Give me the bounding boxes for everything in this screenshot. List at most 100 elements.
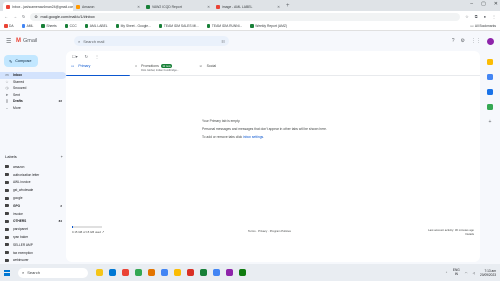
bookmark-favicon-icon bbox=[41, 24, 45, 28]
bookmark-item[interactable]: Sheets bbox=[41, 24, 57, 28]
new-tab-icon[interactable]: + bbox=[286, 2, 290, 11]
calendar-icon[interactable] bbox=[487, 59, 493, 65]
bookmark-item[interactable]: AML LABEL bbox=[84, 24, 108, 28]
tasks-icon[interactable] bbox=[487, 89, 493, 95]
volume-icon[interactable]: ◁ bbox=[473, 271, 475, 275]
taskbar-app-icon[interactable] bbox=[200, 269, 207, 276]
taskbar-app-icon[interactable] bbox=[122, 269, 129, 276]
label-tag-icon bbox=[5, 251, 9, 255]
search-bar[interactable]: ⌕ Search mail ☷ bbox=[74, 36, 229, 46]
search-input[interactable]: Search mail bbox=[83, 39, 104, 44]
taskbar-app-icon[interactable] bbox=[226, 269, 233, 276]
bookmark-label: My Sheet - Google... bbox=[120, 24, 151, 28]
more-actions-icon[interactable]: ⋮ bbox=[95, 54, 99, 59]
search-icon[interactable]: ⌕ bbox=[78, 39, 80, 44]
gmail-logo[interactable]: M Gmail bbox=[16, 38, 74, 44]
label-item[interactable]: AWL invoice bbox=[0, 179, 66, 187]
label-item[interactable]: gst_wholesale bbox=[0, 186, 66, 194]
tab-primary[interactable]: ▭ Primary bbox=[66, 61, 130, 76]
select-all-checkbox[interactable]: ☐▾ bbox=[72, 54, 78, 59]
browser-tab[interactable]: image - AML LABEL ✕ bbox=[213, 2, 283, 11]
reload-icon[interactable]: ↻ bbox=[22, 14, 25, 19]
label-item[interactable]: authorization letter bbox=[0, 171, 66, 179]
tab-promotions[interactable]: ⌂ Promotions 10 new DHL Global, Indian Food… bbox=[130, 61, 194, 75]
all-bookmarks-button[interactable]: ▭ All Bookmarks bbox=[470, 24, 496, 28]
label-tag-icon bbox=[5, 243, 9, 247]
external-link-icon[interactable]: ↗ bbox=[102, 230, 104, 234]
tab-close-icon[interactable]: ✕ bbox=[277, 5, 280, 9]
add-addon-icon[interactable]: + bbox=[489, 119, 492, 125]
bookmark-item[interactable]: My Sheet - Google... bbox=[115, 24, 151, 28]
details-link[interactable]: Details bbox=[428, 232, 474, 236]
bookmark-item[interactable]: AML bbox=[21, 24, 33, 28]
tab-close-icon[interactable]: ✕ bbox=[137, 5, 140, 9]
settings-gear-icon[interactable]: ⚙ bbox=[461, 38, 465, 44]
refresh-icon[interactable]: ↻ bbox=[85, 54, 88, 59]
bookmark-item[interactable]: CCC bbox=[64, 24, 77, 28]
add-label-icon[interactable]: + bbox=[61, 154, 63, 159]
taskbar-app-icon[interactable] bbox=[96, 269, 103, 276]
label-item[interactable]: ryan baker bbox=[0, 233, 66, 241]
label-item[interactable]: invoice bbox=[0, 210, 66, 218]
profile-icon[interactable]: ● bbox=[484, 14, 486, 19]
account-avatar[interactable] bbox=[487, 37, 494, 45]
label-item[interactable]: google bbox=[0, 194, 66, 202]
side-panel-rail: + bbox=[480, 51, 500, 262]
inbox-settings-link[interactable]: inbox settings bbox=[243, 135, 263, 139]
sidebar-item-inbox[interactable]: ▭ Inbox bbox=[0, 72, 66, 79]
tab-close-icon[interactable]: ✕ bbox=[207, 5, 210, 9]
label-item[interactable]: parcipanet bbox=[0, 225, 66, 233]
taskbar-app-icon[interactable] bbox=[161, 269, 168, 276]
main-menu-icon[interactable]: ☰ bbox=[6, 38, 16, 45]
browser-tab[interactable]: Inbox - jashcameraw4man24@gmail.com✕ bbox=[3, 2, 73, 11]
taskbar-search[interactable]: ⌕ Search bbox=[18, 267, 88, 278]
browser-tab[interactable]: VAW2 ICQD Report ✕ bbox=[143, 2, 213, 11]
minimize-icon[interactable]: – bbox=[470, 1, 473, 7]
storage-meter[interactable]: 0.15 GB of 15 GB used ↗ bbox=[72, 226, 104, 234]
forward-icon[interactable]: → bbox=[13, 14, 17, 19]
apps-grid-icon[interactable]: ⋮⋮ bbox=[471, 38, 481, 44]
bookmark-item[interactable]: DA bbox=[4, 24, 14, 28]
clock[interactable]: 7:13 am 20/09/2023 bbox=[480, 269, 496, 277]
taskbar-app-icon[interactable] bbox=[213, 269, 220, 276]
label-item[interactable]: OTHERS 84 bbox=[0, 218, 66, 226]
compose-button[interactable]: ✎ Compose bbox=[4, 55, 38, 67]
windows-start-icon[interactable] bbox=[4, 269, 10, 276]
tray-overflow-icon[interactable]: ⌃ bbox=[445, 271, 448, 275]
footer-links[interactable]: Terms · Privacy · Program Policies bbox=[248, 229, 291, 233]
label-item[interactable]: tax exemption bbox=[0, 249, 66, 257]
sidebar-item-snoozed[interactable]: ◷ Snoozed bbox=[0, 85, 66, 92]
windows-taskbar: ⌕ Search ⌃ ENG IN ◠ ◁ 7:13 am 20/09/2023 bbox=[0, 264, 500, 281]
sidebar-item-drafts[interactable]: ▯ Drafts 22 bbox=[0, 98, 66, 105]
bookmark-item[interactable]: TEAM IDM-RUNNI... bbox=[206, 24, 242, 28]
search-options-icon[interactable]: ☷ bbox=[221, 39, 225, 44]
browser-tab[interactable]: Amazon ✕ bbox=[73, 2, 143, 11]
keep-icon[interactable] bbox=[487, 74, 493, 80]
close-icon[interactable]: ✕ bbox=[494, 1, 498, 7]
label-item[interactable]: GPO 2 bbox=[0, 202, 66, 210]
taskbar-app-icon[interactable] bbox=[174, 269, 181, 276]
bookmark-item[interactable]: TEAM IDM SALES MI... bbox=[158, 24, 199, 28]
back-icon[interactable]: ← bbox=[4, 14, 8, 19]
site-info-icon[interactable]: ⊜ bbox=[34, 14, 37, 19]
wifi-icon[interactable]: ◠ bbox=[465, 271, 468, 275]
browser-menu-icon[interactable]: ⋮ bbox=[492, 14, 496, 19]
language-indicator[interactable]: ENG IN bbox=[453, 268, 460, 276]
taskbar-app-icon[interactable] bbox=[239, 269, 246, 276]
help-icon[interactable]: ? bbox=[452, 38, 455, 44]
taskbar-app-icon[interactable] bbox=[187, 269, 194, 276]
extensions-icon[interactable]: ⧉ bbox=[475, 14, 478, 19]
url-text: mail.google.com/mail/u/1/#inbox bbox=[40, 14, 95, 19]
maximize-icon[interactable]: ▢ bbox=[481, 1, 486, 7]
taskbar-app-icon[interactable] bbox=[135, 269, 142, 276]
sidebar-item-more[interactable]: ⌄ More bbox=[0, 105, 66, 112]
label-item[interactable]: SELLER AMP bbox=[0, 241, 66, 249]
tab-social[interactable]: ☺ Social bbox=[194, 61, 258, 75]
label-item[interactable]: amazon bbox=[0, 163, 66, 171]
bookmark-item[interactable]: Weekly Report (AMZ) bbox=[250, 24, 287, 28]
contacts-icon[interactable] bbox=[487, 104, 493, 110]
bookmark-star-icon[interactable]: ☆ bbox=[465, 14, 469, 19]
taskbar-app-icon[interactable] bbox=[148, 269, 155, 276]
omnibox[interactable]: ⊜ mail.google.com/mail/u/1/#inbox bbox=[30, 12, 461, 21]
taskbar-app-icon[interactable] bbox=[109, 269, 116, 276]
